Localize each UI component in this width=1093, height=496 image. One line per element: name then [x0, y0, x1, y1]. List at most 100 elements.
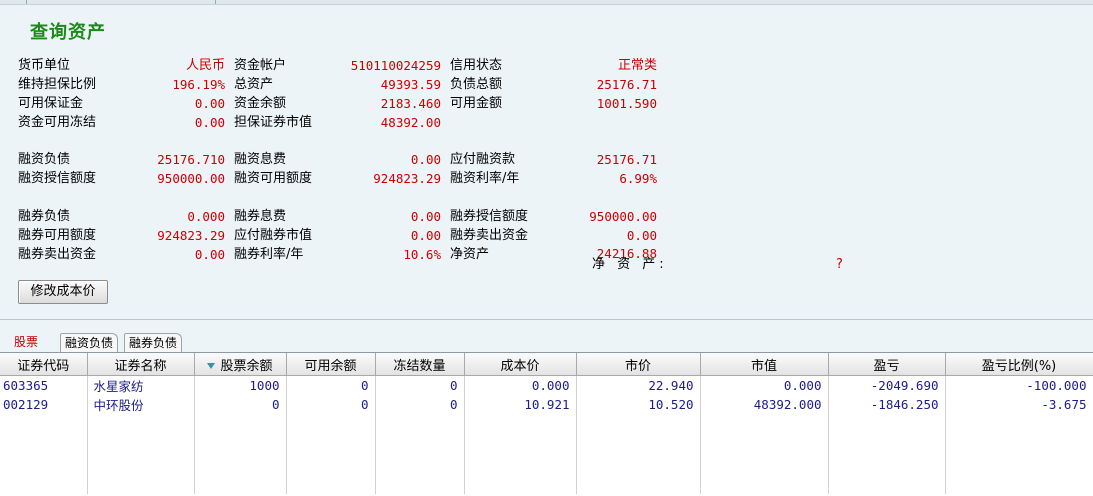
value-fund-account: 510110024259	[350, 58, 441, 73]
empty-cell	[700, 414, 829, 494]
label-fund-account: 资金帐户	[234, 58, 287, 73]
empty-cell	[828, 414, 946, 494]
col-header-market-value[interactable]: 市值	[700, 353, 829, 376]
cell-market-price: 22.940	[576, 375, 701, 395]
col-header-market-price[interactable]: 市价	[576, 353, 701, 376]
top-toolbar-strip	[0, 0, 1093, 5]
value-total-assets: 49393.59	[380, 77, 441, 92]
label-securities-lending-payable-value: 应付融券市值	[234, 228, 313, 243]
empty-cell	[194, 414, 287, 494]
modify-cost-button[interactable]: 修改成本价	[18, 280, 108, 304]
cell-stock-balance: 1000	[194, 375, 287, 395]
value-credit-status: 正常类	[617, 58, 657, 73]
value-maintenance-ratio: 196.19%	[172, 77, 225, 92]
col-header-available-balance[interactable]: 可用余额	[286, 353, 376, 376]
cell-profit-loss: -1846.250	[828, 395, 946, 414]
label-financing-interest: 融资息费	[234, 152, 287, 167]
value-total-liabilities: 25176.71	[596, 77, 657, 92]
label-financing-liability: 融资负债	[18, 152, 71, 167]
value-securities-lending-available-limit: 924823.29	[157, 228, 225, 243]
col-header-profit-loss-ratio[interactable]: 盈亏比例(%)	[945, 353, 1093, 376]
col-header-cost-price[interactable]: 成本价	[464, 353, 577, 376]
label-securities-lending-liability: 融券负债	[18, 209, 71, 224]
label-short-sale-proceeds-2: 融券卖出资金	[18, 247, 97, 262]
section-divider	[0, 319, 1093, 320]
label-credit-status: 信用状态	[450, 58, 503, 73]
tab-stocks[interactable]: 股票	[10, 333, 43, 352]
value-available-frozen: 0.00	[194, 115, 225, 130]
label-financing-payable: 应付融资款	[450, 152, 516, 167]
cell-security-code: 603365	[0, 375, 88, 395]
cell-cost-price: 0.000	[464, 375, 577, 395]
value-securities-lending-credit-limit: 950000.00	[589, 209, 657, 224]
label-available-amount: 可用金额	[450, 96, 503, 111]
label-collateral-market-value: 担保证券市值	[234, 115, 313, 130]
label-securities-lending-interest: 融券息费	[234, 209, 287, 224]
value-financing-payable: 25176.71	[596, 152, 657, 167]
label-securities-lending-credit-limit: 融券授信额度	[450, 209, 529, 224]
label-available-frozen: 资金可用冻结	[18, 115, 97, 130]
empty-cell	[375, 414, 465, 494]
cell-frozen-quantity: 0	[375, 395, 465, 414]
cell-market-value: 0.000	[700, 375, 829, 395]
empty-grid-area	[0, 414, 1093, 494]
value-collateral-market-value: 48392.00	[380, 115, 441, 130]
value-securities-lending-rate: 10.6%	[403, 247, 441, 262]
col-header-profit-loss[interactable]: 盈亏	[828, 353, 946, 376]
label-total-assets: 总资产	[234, 77, 274, 92]
net-assets-overlay-value: ?	[836, 257, 843, 272]
value-financing-available-limit: 924823.29	[373, 171, 441, 186]
value-securities-lending-payable-value: 0.00	[410, 228, 441, 243]
value-short-sale-proceeds: 0.00	[626, 228, 657, 243]
empty-cell	[576, 414, 701, 494]
empty-cell	[464, 414, 577, 494]
label-total-liabilities: 负债总额	[450, 77, 503, 92]
grid-header-row: 证券代码 证券名称 股票余额 可用余额 冻结数量 成本价 市价 市值 盈亏 盈亏…	[0, 353, 1093, 376]
col-header-security-name[interactable]: 证券名称	[87, 353, 195, 376]
col-header-stock-balance[interactable]: 股票余额	[194, 353, 287, 376]
tab-financing-liabilities[interactable]: 融资负债	[60, 333, 119, 353]
label-fund-balance: 资金余额	[234, 96, 287, 111]
value-short-sale-proceeds-2: 0.00	[194, 247, 225, 262]
value-financing-rate: 6.99%	[619, 171, 657, 186]
net-assets-overlay-label: 净 资 产:	[592, 257, 668, 272]
col-header-frozen-quantity[interactable]: 冻结数量	[375, 353, 465, 376]
empty-cell	[286, 414, 376, 494]
empty-cell	[87, 414, 195, 494]
table-row[interactable]: 002129 中环股份 0 0 0 10.921 10.520 48392.00…	[0, 395, 1093, 414]
cell-market-price: 10.520	[576, 395, 701, 414]
label-financing-available-limit: 融资可用额度	[234, 171, 313, 186]
value-financing-credit-limit: 950000.00	[157, 171, 225, 186]
label-maintenance-ratio: 维持担保比例	[18, 77, 97, 92]
label-available-margin: 可用保证金	[18, 96, 84, 111]
cell-cost-price: 10.921	[464, 395, 577, 414]
cell-security-name: 中环股份	[87, 395, 195, 414]
label-financing-rate: 融资利率/年	[450, 171, 520, 186]
value-fund-balance: 2183.460	[380, 96, 441, 111]
empty-cell	[0, 414, 88, 494]
table-row[interactable]: 603365 水星家纺 1000 0 0 0.000 22.940 0.000 …	[0, 375, 1093, 395]
label-currency-unit: 货币单位	[18, 58, 71, 73]
cell-stock-balance: 0	[194, 395, 287, 414]
cell-profit-loss-ratio: -3.675	[945, 395, 1093, 414]
triangle-down-icon	[207, 363, 216, 369]
page-title: 查询资产	[30, 22, 106, 43]
value-securities-lending-liability: 0.000	[187, 209, 225, 224]
cell-available-balance: 0	[286, 375, 376, 395]
value-available-margin: 0.00	[194, 96, 225, 111]
cell-available-balance: 0	[286, 395, 376, 414]
cell-market-value: 48392.000	[700, 395, 829, 414]
toolbar-separator	[215, 0, 216, 4]
tab-securities-lending-liabilities[interactable]: 融券负债	[124, 333, 183, 353]
col-header-stock-balance-label: 股票余额	[220, 358, 273, 374]
cell-profit-loss: -2049.690	[828, 375, 946, 395]
value-securities-lending-interest: 0.00	[410, 209, 441, 224]
value-financing-liability: 25176.710	[157, 152, 225, 167]
col-header-security-code[interactable]: 证券代码	[0, 353, 88, 376]
toolbar-separator	[26, 0, 27, 4]
cell-security-name: 水星家纺	[87, 375, 195, 395]
value-available-amount: 1001.590	[596, 96, 657, 111]
label-short-sale-proceeds: 融券卖出资金	[450, 228, 529, 243]
cell-frozen-quantity: 0	[375, 375, 465, 395]
label-securities-lending-rate: 融券利率/年	[234, 247, 304, 262]
